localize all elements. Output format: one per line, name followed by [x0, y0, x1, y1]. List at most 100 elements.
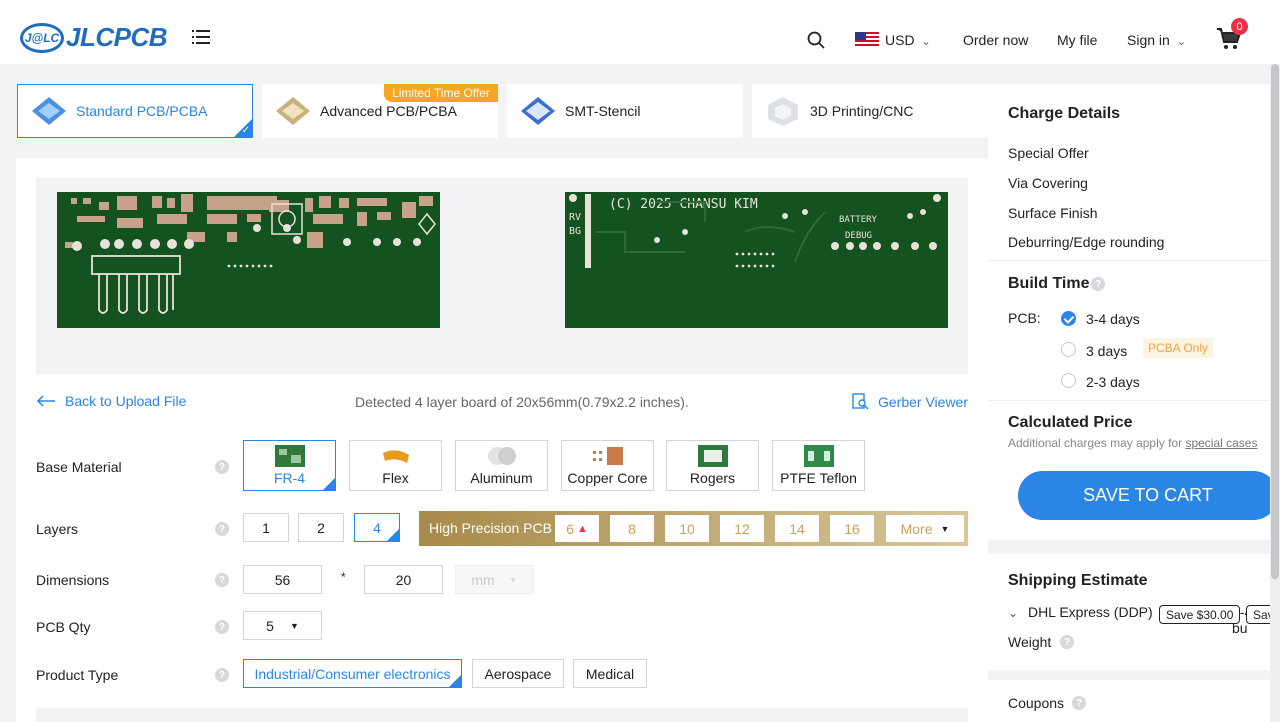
pcb-qty-select[interactable]: 5 ▼ [243, 611, 322, 640]
unit-select[interactable]: mm ▼ [455, 565, 534, 594]
stencil-icon [521, 97, 555, 125]
material-ptfe-teflon[interactable]: PTFE Teflon [772, 440, 865, 491]
help-icon[interactable]: ? [1091, 277, 1105, 291]
build-time-radio-2-3-days[interactable] [1061, 373, 1076, 388]
build-time-option-label: 3 days [1086, 343, 1128, 359]
standard-pcb-icon [32, 97, 66, 125]
top-header: J@LC JLCPCB USD ⌄ Order now My file Sign… [0, 0, 1280, 64]
save-to-cart-button[interactable]: SAVE TO CART [1018, 471, 1278, 520]
silk-copyright: (C) 2025 CHANSU KIM [609, 197, 758, 212]
silk-rv: RV [569, 212, 581, 223]
more-layers-dropdown[interactable]: More ▼ [886, 515, 964, 542]
product-type-aerospace[interactable]: Aerospace [472, 659, 564, 688]
currency-label: USD [885, 32, 915, 48]
fire-icon: ▲ [576, 522, 588, 535]
search-icon[interactable] [807, 31, 825, 49]
chevron-down-icon: ⌄ [1176, 36, 1186, 48]
pcb-build-label: PCB: [1008, 310, 1041, 326]
help-icon[interactable]: ? [215, 573, 229, 587]
back-to-upload-link[interactable]: Back to Upload File [36, 393, 186, 409]
jlcpcb-logo[interactable]: J@LC JLCPCB [20, 22, 168, 53]
charge-item: Special Offer [1008, 145, 1089, 161]
copper-core-icon [592, 447, 623, 465]
layer-option-2[interactable]: 2 [298, 513, 344, 542]
logo-text: JLCPCB [66, 22, 168, 52]
my-file-link[interactable]: My file [1057, 32, 1097, 48]
charge-details-card: Charge Details Special Offer Via Coverin… [988, 84, 1270, 260]
layer-option-14[interactable]: 14 [775, 515, 819, 542]
tab-3d-printing[interactable]: 3D Printing/CNC [752, 84, 988, 138]
pcb-qty-value: 5 [266, 617, 274, 634]
layer-option-12[interactable]: 12 [720, 515, 764, 542]
flex-icon [382, 450, 409, 463]
build-time-option-label: 2-3 days [1086, 374, 1140, 390]
selected-corner [449, 675, 461, 687]
build-time-card: Build Time ? PCB: 3-4 days 3 days 2-3 da… [988, 261, 1270, 400]
help-icon[interactable]: ? [215, 460, 229, 474]
layer-option-1[interactable]: 1 [243, 513, 289, 542]
material-label: FR-4 [273, 470, 306, 486]
build-time-title: Build Time [1008, 275, 1090, 292]
build-time-radio-3-days[interactable] [1061, 342, 1076, 357]
detected-board-info: Detected 4 layer board of 20x56mm(0.79x2… [355, 394, 689, 410]
material-flex[interactable]: Flex [349, 440, 442, 491]
material-label: Copper Core [567, 470, 648, 486]
gerber-viewer-link[interactable]: Gerber Viewer [852, 393, 968, 410]
rogers-icon [697, 445, 728, 467]
length-input[interactable]: 56 [243, 565, 322, 594]
tab-label: 3D Printing/CNC [810, 103, 914, 119]
special-cases-link[interactable]: special cases [1185, 436, 1257, 450]
high-precision-bar: High Precision PCB 6 ▲ 8 10 12 14 16 Mor… [419, 511, 968, 546]
material-copper-core[interactable]: Copper Core [561, 440, 654, 491]
base-material-label: Base Material [36, 459, 122, 475]
layer-option-16[interactable]: 16 [830, 515, 874, 542]
fr4-icon [274, 445, 305, 467]
sign-in-menu[interactable]: Sign in ⌄ [1127, 32, 1186, 48]
material-fr4[interactable]: FR-4 [243, 440, 336, 491]
shipping-title: Shipping Estimate [1008, 572, 1148, 589]
charge-item: Via Covering [1008, 175, 1088, 191]
build-time-option-label: 3-4 days [1086, 311, 1140, 327]
tab-smt-stencil[interactable]: SMT-Stencil [507, 84, 743, 138]
back-link-label: Back to Upload File [65, 393, 187, 409]
tab-label: Advanced PCB/PCBA [320, 103, 457, 119]
material-aluminum[interactable]: Aluminum [455, 440, 548, 491]
layer-option-4[interactable]: 4 [354, 513, 400, 542]
more-label: More [900, 520, 933, 537]
gerber-viewer-label: Gerber Viewer [878, 393, 969, 410]
scrollbar-thumb[interactable] [1271, 64, 1279, 579]
price-note-text: Additional charges may apply for [1008, 436, 1183, 450]
gerber-viewer-icon [852, 393, 869, 410]
layer-option-8[interactable]: 8 [610, 515, 654, 542]
help-icon[interactable]: ? [1060, 635, 1074, 649]
layer-option-6[interactable]: 6 ▲ [555, 515, 599, 542]
product-type-option-label: Industrial/Consumer electronics [254, 665, 451, 682]
logo-badge: J@LC [20, 22, 64, 53]
width-input[interactable]: 20 [364, 565, 443, 594]
pcb-specification-header [36, 708, 968, 722]
sign-in-label: Sign in [1127, 32, 1170, 48]
tab-standard-pcb[interactable]: Standard PCB/PCBA ✓ [17, 84, 253, 138]
check-icon: ✓ [241, 125, 250, 136]
help-icon[interactable]: ? [1072, 696, 1086, 710]
currency-selector[interactable]: USD ⌄ [885, 32, 931, 48]
coupons-label: Coupons [1008, 695, 1065, 711]
material-rogers[interactable]: Rogers [666, 440, 759, 491]
material-label: Aluminum [470, 470, 533, 486]
help-icon[interactable]: ? [215, 522, 229, 536]
cart-count-badge: 0 [1231, 18, 1248, 35]
shipping-method-dropdown[interactable]: ⌄ DHL Express (DDP) [1008, 604, 1153, 620]
product-type-medical[interactable]: Medical [573, 659, 647, 688]
layer-option-10[interactable]: 10 [665, 515, 709, 542]
silk-battery: BATTERY [839, 215, 878, 225]
pcba-only-badge: PCBA Only [1143, 338, 1214, 358]
coupon-tag[interactable]: Save $30.00 [1159, 605, 1241, 624]
help-icon[interactable]: ? [215, 668, 229, 682]
help-icon[interactable]: ? [215, 620, 229, 634]
caret-down-icon: ▼ [940, 523, 950, 534]
product-type-industrial[interactable]: Industrial/Consumer electronics [243, 659, 462, 688]
silk-bg: BG [569, 226, 581, 237]
build-time-radio-3-4-days[interactable] [1061, 311, 1076, 326]
menu-icon[interactable] [192, 29, 210, 45]
order-now-link[interactable]: Order now [963, 32, 1028, 48]
